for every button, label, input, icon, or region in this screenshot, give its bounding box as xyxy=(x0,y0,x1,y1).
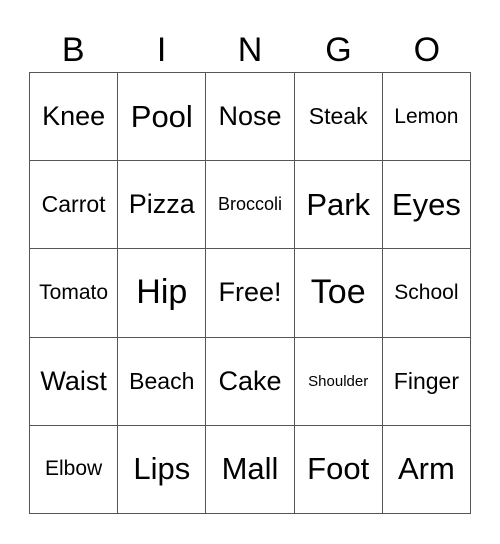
bingo-cell[interactable]: Shoulder xyxy=(294,337,383,426)
bingo-cell[interactable]: Hip xyxy=(118,249,207,338)
bingo-cell[interactable]: Elbow xyxy=(30,425,119,514)
bingo-cell[interactable]: Arm xyxy=(382,425,471,514)
header-letter-b: B xyxy=(61,31,85,69)
bingo-cell[interactable]: Foot xyxy=(294,425,383,514)
bingo-cell[interactable]: School xyxy=(382,249,471,338)
bingo-cell[interactable]: Tomato xyxy=(30,249,119,338)
bingo-card-grid: Knee Pool Nose Steak Lemon Carrot Pizza Broccol… xyxy=(29,72,471,514)
bingo-cell[interactable]: Pool xyxy=(118,73,207,162)
header-letter-g: G xyxy=(325,31,352,69)
bingo-cell[interactable]: Cake xyxy=(206,337,295,426)
bingo-cell[interactable]: Finger xyxy=(382,337,471,426)
bingo-cell[interactable]: Eyes xyxy=(382,161,471,250)
header-letter-o: O xyxy=(413,31,441,69)
bingo-cell[interactable]: Lemon xyxy=(382,73,471,162)
header-letter-i: I xyxy=(156,31,167,69)
header-letter-n: N xyxy=(237,31,263,69)
bingo-cell[interactable]: Mall xyxy=(206,425,295,514)
bingo-cell[interactable]: Knee xyxy=(30,73,119,162)
bingo-cell[interactable]: Waist xyxy=(30,337,119,426)
bingo-header: B I N G O xyxy=(29,30,471,70)
bingo-cell[interactable]: Lips xyxy=(118,425,207,514)
bingo-cell[interactable]: Steak xyxy=(294,73,383,162)
bingo-cell[interactable]: Beach xyxy=(118,337,207,426)
bingo-cell[interactable]: Carrot xyxy=(30,161,119,250)
bingo-cell[interactable]: Broccoli xyxy=(206,161,295,250)
bingo-cell[interactable]: Toe xyxy=(294,249,383,338)
bingo-cell[interactable]: Park xyxy=(294,161,383,250)
bingo-cell[interactable]: Pizza xyxy=(118,161,207,250)
bingo-cell[interactable]: Nose xyxy=(206,73,295,162)
free-space-cell[interactable]: Free! xyxy=(206,249,295,338)
